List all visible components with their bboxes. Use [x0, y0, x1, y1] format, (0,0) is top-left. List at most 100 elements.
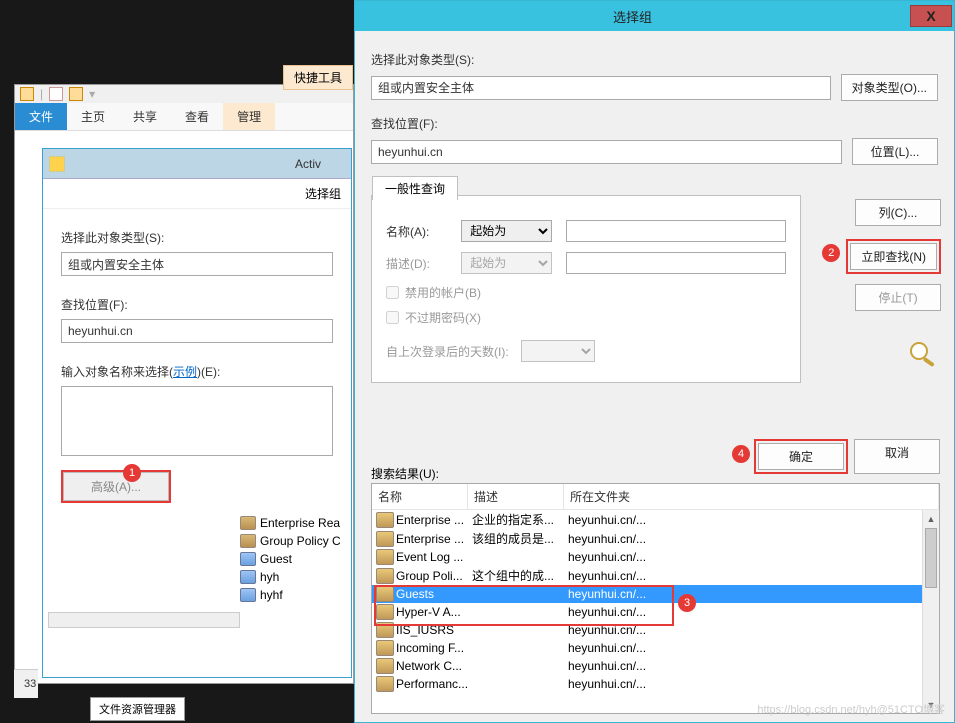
tab-manage[interactable]: 管理 — [223, 103, 275, 130]
group-icon — [376, 676, 394, 692]
scroll-up[interactable]: ▲ — [923, 510, 939, 527]
tree-item[interactable]: Group Policy C — [240, 532, 355, 550]
dialog-title: 选择组 — [355, 7, 910, 26]
row-name: Enterprise ... — [396, 513, 472, 527]
folder2-icon[interactable] — [69, 87, 83, 101]
tree-area: Enterprise Rea Group Policy CGuest hyh hyhf — [240, 514, 355, 628]
group-icon — [376, 549, 394, 565]
tab-file[interactable]: 文件 — [15, 103, 67, 130]
close-button[interactable]: X — [910, 5, 952, 27]
disabled-accounts-cbx — [386, 286, 399, 299]
location-label: 查找位置(F): — [61, 296, 333, 313]
row-desc: 企业的指定系... — [472, 511, 568, 528]
back-dialog-titlebar[interactable]: Activ — [43, 149, 351, 179]
tree-item[interactable]: Enterprise Rea — [240, 514, 355, 532]
quick-tools-tab[interactable]: 快捷工具 — [283, 65, 353, 90]
right-buttons: 列(C)... 2 立即查找(N) 停止(T) — [846, 199, 941, 367]
names-label-prefix: 输入对象名称来选择( — [61, 365, 173, 379]
horizontal-scrollbar[interactable] — [48, 612, 240, 628]
select-group-dialog: 选择组 X 选择此对象类型(S): 对象类型(O)... 查找位置(F): 位置… — [354, 0, 955, 723]
cancel-button[interactable]: 取消 — [854, 439, 940, 474]
obj-type-input — [61, 252, 333, 276]
row-folder: heyunhui.cn/... — [568, 532, 939, 546]
row-folder: heyunhui.cn/... — [568, 659, 939, 673]
example-link[interactable]: 示例 — [173, 365, 197, 379]
object-types-button[interactable]: 对象类型(O)... — [841, 74, 938, 101]
name-op-select[interactable]: 起始为 — [461, 220, 551, 242]
common-queries-tab: 一般性查询 名称(A): 起始为 描述(D): 起始为 禁用的帐户(B) 不过期… — [371, 195, 801, 383]
names-textarea[interactable] — [61, 386, 333, 456]
row-name: Incoming F... — [396, 641, 472, 655]
taskbar-button[interactable]: 文件资源管理器 — [90, 697, 185, 721]
tree-item-label: Enterprise Rea — [260, 516, 340, 530]
col-folder[interactable]: 所在文件夹 — [564, 484, 939, 509]
tab-general-query[interactable]: 一般性查询 — [372, 176, 458, 200]
result-row[interactable]: Enterprise ...该组的成员是...heyunhui.cn/... — [372, 529, 939, 548]
app-icon — [49, 156, 65, 172]
user-icon — [240, 570, 256, 584]
non-expiring-cbx — [386, 311, 399, 324]
marker-3: 3 — [678, 594, 696, 612]
result-row[interactable]: Hyper-V A...heyunhui.cn/... — [372, 603, 939, 621]
non-expiring-label: 不过期密码(X) — [405, 309, 481, 326]
tab-share[interactable]: 共享 — [119, 103, 171, 130]
row-name: IIS_IUSRS — [396, 623, 472, 637]
result-row[interactable]: Enterprise ...企业的指定系...heyunhui.cn/... — [372, 510, 939, 529]
group-icon — [376, 586, 394, 602]
columns-button[interactable]: 列(C)... — [855, 199, 941, 226]
locations-button[interactable]: 位置(L)... — [852, 138, 938, 165]
find-now-button[interactable]: 立即查找(N) — [850, 243, 937, 270]
results-body[interactable]: Enterprise ...企业的指定系...heyunhui.cn/...En… — [372, 510, 939, 713]
back-dialog-subtitle: 选择组 — [43, 179, 351, 209]
result-row[interactable]: Network C...heyunhui.cn/... — [372, 657, 939, 675]
marker-1: 1 — [123, 464, 141, 482]
row-folder: heyunhui.cn/... — [568, 513, 939, 527]
result-row[interactable]: Performanc...heyunhui.cn/... — [372, 675, 939, 693]
location-label: 查找位置(F): — [371, 115, 938, 132]
status-count: 33 — [14, 669, 38, 698]
row-name: Guests — [396, 587, 472, 601]
group-icon — [240, 534, 256, 548]
ok-highlight: 确定 — [754, 439, 848, 474]
row-name: Event Log ... — [396, 550, 472, 564]
result-row[interactable]: Group Poli...这个组中的成...heyunhui.cn/... — [372, 566, 939, 585]
new-tab-icon[interactable] — [49, 87, 63, 101]
advanced-button[interactable]: 高级(A)... — [63, 472, 169, 501]
tree-item[interactable]: hyhf — [240, 586, 355, 604]
tree-item[interactable]: hyh — [240, 568, 355, 586]
result-row[interactable]: IIS_IUSRSheyunhui.cn/... — [372, 621, 939, 639]
row-folder: heyunhui.cn/... — [568, 605, 939, 619]
group-icon — [376, 622, 394, 638]
result-row[interactable]: Guestsheyunhui.cn/... — [372, 585, 939, 603]
days-since-select — [521, 340, 595, 362]
results-list: 名称 描述 所在文件夹 Enterprise ...企业的指定系...heyun… — [371, 483, 940, 714]
obj-type-label: 选择此对象类型(S): — [371, 51, 938, 68]
name-input[interactable] — [566, 220, 786, 242]
group-icon — [240, 516, 256, 530]
user-icon — [240, 588, 256, 602]
tree-item-label: hyh — [260, 570, 279, 584]
row-folder: heyunhui.cn/... — [568, 550, 939, 564]
results-header[interactable]: 名称 描述 所在文件夹 — [372, 484, 939, 510]
group-icon — [376, 640, 394, 656]
advanced-highlight: 高级(A)... — [61, 470, 171, 503]
location-input — [61, 319, 333, 343]
vertical-scrollbar[interactable]: ▲ ▼ — [922, 510, 939, 713]
user-icon — [240, 552, 256, 566]
col-name[interactable]: 名称 — [372, 484, 468, 509]
tab-view[interactable]: 查看 — [171, 103, 223, 130]
result-row[interactable]: Event Log ... heyunhui.cn/... — [372, 548, 939, 566]
tab-home[interactable]: 主页 — [67, 103, 119, 130]
col-desc[interactable]: 描述 — [468, 484, 564, 509]
back-dialog-title-text: Activ — [65, 152, 351, 176]
ok-button[interactable]: 确定 — [758, 443, 844, 470]
scroll-thumb[interactable] — [925, 528, 937, 588]
ribbon-tabs: 文件 主页 共享 查看 管理 — [15, 103, 353, 131]
divider: ▾ — [89, 87, 95, 101]
result-row[interactable]: Incoming F...heyunhui.cn/... — [372, 639, 939, 657]
tree-item[interactable]: Guest — [240, 550, 355, 568]
disabled-accounts-label: 禁用的帐户(B) — [405, 284, 481, 301]
stop-button: 停止(T) — [855, 284, 941, 311]
dialog-titlebar[interactable]: 选择组 X — [355, 1, 954, 31]
divider: | — [40, 87, 43, 101]
